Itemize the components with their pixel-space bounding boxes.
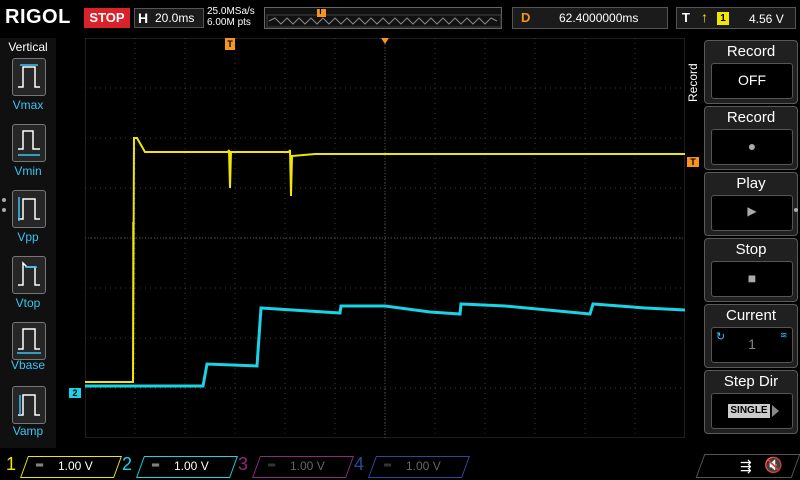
run-stop-indicator[interactable]: STOP [84, 8, 130, 28]
channel-4-status[interactable]: 4 ═ 1.00 V [354, 454, 471, 478]
measure-vmax-button[interactable] [12, 58, 46, 96]
waveform-display[interactable]: T [84, 37, 686, 439]
ch2-offset-marker[interactable]: 2 [69, 388, 81, 398]
stop-button[interactable]: Stop ■ [704, 238, 798, 302]
channel-4-scale: 1.00 V [406, 459, 441, 473]
record-toggle-value: OFF [738, 72, 766, 88]
measure-vamp-label: Vamp [12, 424, 44, 438]
dc-coupling-icon: ═ [36, 460, 44, 471]
page-dot-icon [794, 208, 798, 212]
speaker-muted-icon[interactable]: 🔇 [764, 456, 783, 474]
memory-depth: 6.00M pts [207, 17, 251, 28]
channel-bar: 1 ═ 1.00 V 2 ═ 1.00 V 3 ═ 1.00 V 4 ═ 1.0… [0, 452, 800, 480]
usb-icon: ⇶ [740, 458, 752, 474]
delay-value: 62.4000000ms [559, 11, 639, 25]
measure-vtop-button[interactable] [12, 256, 46, 294]
rising-edge-icon: ↑ [701, 9, 708, 25]
channel-3-number: 3 [238, 454, 249, 474]
horizontal-timebase[interactable]: H 20.0ms [134, 8, 204, 28]
measure-vpp-button[interactable] [12, 190, 46, 228]
channel-2-number: 2 [122, 454, 133, 474]
measure-vbase-label: Vbase [10, 358, 46, 372]
dc-coupling-icon: ═ [152, 460, 160, 471]
vamp-icon [18, 394, 40, 416]
current-title: Current [725, 307, 777, 324]
measure-vmin-label: Vmin [14, 164, 42, 178]
play-button[interactable]: Play ▶ [704, 172, 798, 236]
memory-overview[interactable]: T [264, 7, 502, 29]
measure-panel-title: Vertical [8, 40, 48, 54]
timebase-value: 20.0ms [155, 11, 195, 25]
dc-coupling-icon: ═ [268, 460, 276, 471]
vpp-icon [18, 197, 40, 221]
measure-vpp-label: Vpp [17, 230, 39, 244]
current-frame-button[interactable]: Current ↻ ≋ 1 [704, 304, 798, 368]
page-dot-icon [2, 198, 6, 202]
trigger-source: 1 [717, 12, 729, 25]
record-toggle-title: Record [726, 43, 776, 60]
channel-4-number: 4 [354, 454, 365, 474]
trigger-key: T [682, 10, 690, 25]
measure-vtop-label: Vtop [15, 296, 41, 310]
measure-vbase-button[interactable] [12, 322, 46, 360]
current-frame-value: 1 [748, 336, 756, 352]
record-dot-icon: ● [747, 138, 757, 154]
measure-vmax-label: Vmax [12, 98, 44, 112]
waveform-overview-icon [266, 9, 502, 28]
step-dir-button[interactable]: Step Dir SINGLE [704, 370, 798, 434]
record-toggle-button[interactable]: Record OFF [704, 40, 798, 104]
record-start-title: Record [726, 109, 776, 126]
vtop-icon [18, 261, 40, 286]
record-menu: Record OFF Record ● Play ▶ Stop ■ Curren… [700, 38, 800, 448]
measure-vmin-button[interactable] [12, 124, 46, 162]
top-status-bar: RIGOL STOP H 20.0ms 25.0MSa/s 6.00M pts … [0, 0, 800, 36]
channel-1-status[interactable]: 1 ═ 1.00 V [6, 454, 123, 478]
stop-square-icon: ■ [747, 270, 757, 286]
channel-3-scale: 1.00 V [290, 459, 325, 473]
channel-3-status[interactable]: 3 ═ 1.00 V [238, 454, 355, 478]
brand-logo: RIGOL [5, 6, 71, 28]
vmax-icon [18, 64, 40, 88]
horizontal-key: H [138, 10, 149, 26]
trigger-pos-badge: T [318, 7, 323, 16]
acquisition-info: 25.0MSa/s 6.00M pts [207, 6, 255, 28]
trigger-delay[interactable]: D 62.4000000ms [512, 7, 668, 29]
vmin-icon [18, 130, 40, 156]
arrow-right-icon [772, 405, 779, 417]
channel-2-scale: 1.00 V [174, 459, 209, 473]
play-icon: ▶ [747, 204, 757, 218]
delay-key: D [521, 10, 531, 25]
dc-coupling-icon: ═ [384, 460, 392, 471]
measure-vamp-button[interactable] [12, 386, 46, 424]
trigger-setting[interactable]: T ↑ 1 4.56 V [676, 7, 796, 29]
waveform-canvas [84, 37, 686, 439]
stop-title: Stop [735, 241, 767, 258]
page-dot-icon [2, 208, 6, 212]
record-menu-title: Record [686, 63, 700, 103]
channel-1-number: 1 [6, 454, 17, 474]
record-start-button[interactable]: Record ● [704, 106, 798, 170]
step-dir-value: SINGLE [728, 404, 770, 418]
trigger-level: 4.56 V [749, 12, 784, 26]
trigger-position-marker[interactable]: T [225, 38, 235, 50]
step-dir-title: Step Dir [723, 373, 779, 390]
channel-2-status[interactable]: 2 ═ 1.00 V [122, 454, 239, 478]
channel-1-scale: 1.00 V [58, 459, 93, 473]
measure-panel: Vertical Vmax Vmin Vpp Vtop Vbase Vamp [0, 38, 56, 448]
sample-rate: 25.0MSa/s [207, 6, 255, 17]
trigger-level-marker[interactable]: T [687, 157, 699, 167]
play-title: Play [736, 175, 766, 192]
graticule [84, 37, 686, 439]
vbase-icon [17, 328, 41, 354]
center-marker-icon [381, 38, 389, 44]
